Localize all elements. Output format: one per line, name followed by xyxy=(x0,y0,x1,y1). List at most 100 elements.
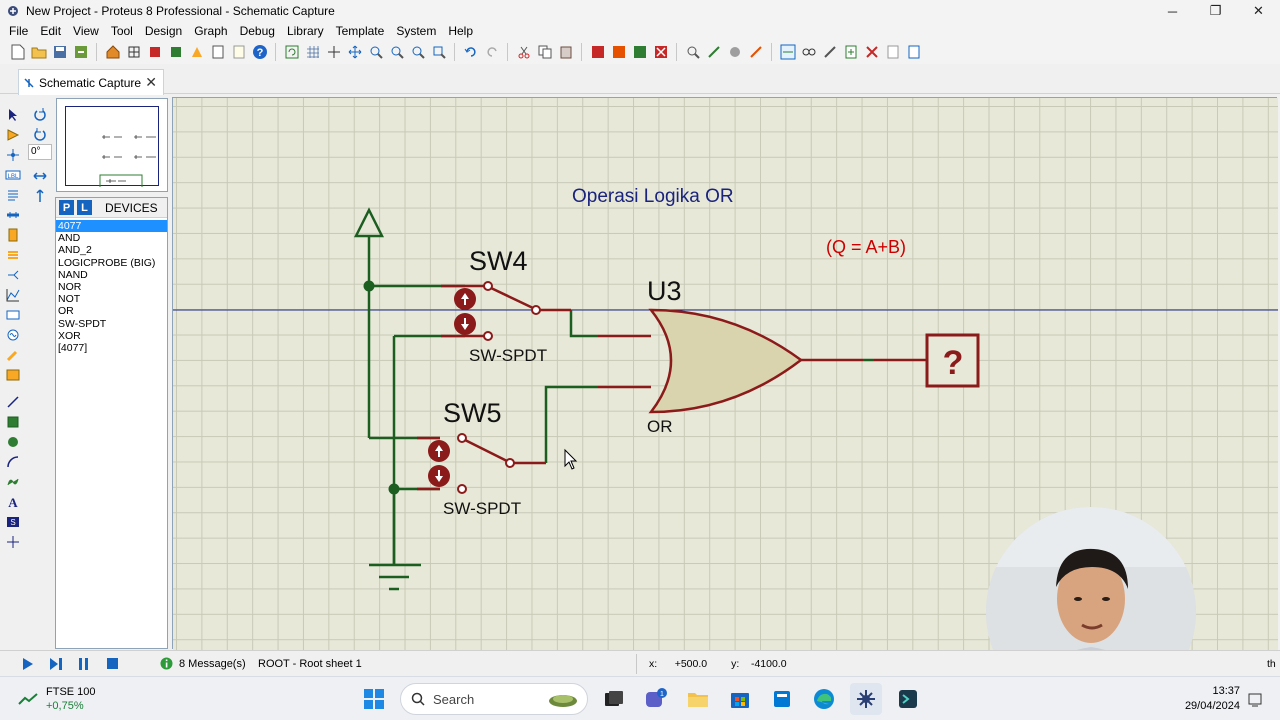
device-item-not[interactable]: NOT xyxy=(56,293,167,305)
rotate-ccw-icon[interactable] xyxy=(28,124,52,144)
edge-browser-icon[interactable] xyxy=(808,683,840,715)
stock-widget[interactable]: FTSE 100 +0,75% xyxy=(18,685,96,713)
zoom-area-icon[interactable] xyxy=(429,43,448,62)
ground-terminal[interactable] xyxy=(369,489,421,591)
save-icon[interactable] xyxy=(50,43,69,62)
grid-icon[interactable] xyxy=(303,43,322,62)
remove-sheet-icon[interactable] xyxy=(862,43,881,62)
device-item-and[interactable]: AND xyxy=(56,232,167,244)
file-explorer-icon[interactable] xyxy=(682,683,714,715)
menu-library[interactable]: Library xyxy=(281,24,330,38)
new-sheet-icon[interactable] xyxy=(841,43,860,62)
zoom-in-icon[interactable] xyxy=(366,43,385,62)
box-tool-icon[interactable] xyxy=(1,412,25,431)
power-terminal[interactable] xyxy=(353,207,385,286)
news-app-icon[interactable] xyxy=(766,683,798,715)
circle-tool-icon[interactable] xyxy=(1,432,25,451)
stop-icon[interactable] xyxy=(104,656,120,672)
taskbar-search[interactable]: Search xyxy=(400,683,588,715)
device-item-logicprobe-big[interactable]: LOGICPROBE (BIG) xyxy=(56,257,167,269)
menu-template[interactable]: Template xyxy=(330,24,391,38)
block-delete-icon[interactable] xyxy=(651,43,670,62)
generator-icon[interactable] xyxy=(1,325,25,344)
subcircuit-icon[interactable] xyxy=(1,225,25,244)
close-button[interactable]: ✕ xyxy=(1237,0,1280,22)
mirror-y-icon[interactable] xyxy=(28,186,52,206)
device-item-xor[interactable]: XOR xyxy=(56,330,167,342)
menu-tool[interactable]: Tool xyxy=(105,24,139,38)
exit-parent-icon[interactable] xyxy=(883,43,902,62)
device-item-nand[interactable]: NAND xyxy=(56,269,167,281)
menu-system[interactable]: System xyxy=(390,24,442,38)
windows-start-icon[interactable] xyxy=(358,683,390,715)
taskbar-clock[interactable]: 13:37 29/04/2024 xyxy=(1178,684,1240,714)
package-tool-icon[interactable] xyxy=(725,43,744,62)
minimize-button[interactable]: ─ xyxy=(1151,0,1194,22)
menu-edit[interactable]: Edit xyxy=(34,24,67,38)
rotate-cw-icon[interactable] xyxy=(28,104,52,124)
device-item-and-2[interactable]: AND_2 xyxy=(56,244,167,256)
terminals-icon[interactable] xyxy=(1,245,25,264)
decompose-icon[interactable] xyxy=(746,43,765,62)
line-tool-icon[interactable] xyxy=(1,392,25,411)
virtual-instrument-icon[interactable] xyxy=(1,365,25,384)
buses-icon[interactable] xyxy=(1,205,25,224)
selection-mode-icon[interactable] xyxy=(1,105,25,124)
task-view-icon[interactable] xyxy=(598,683,630,715)
message-indicator[interactable]: 8 Message(s) xyxy=(160,657,246,670)
origin-icon[interactable] xyxy=(324,43,343,62)
menu-design[interactable]: Design xyxy=(139,24,188,38)
microsoft-store-icon[interactable] xyxy=(724,683,756,715)
library-manager-button[interactable]: L xyxy=(77,200,92,215)
pan-icon[interactable] xyxy=(345,43,364,62)
3d-icon[interactable] xyxy=(166,43,185,62)
rotation-angle-field[interactable]: 0° xyxy=(28,144,52,160)
marker-tool-icon[interactable] xyxy=(1,532,25,551)
junction-dot-icon[interactable] xyxy=(1,145,25,164)
home-icon[interactable] xyxy=(103,43,122,62)
block-copy-icon[interactable] xyxy=(588,43,607,62)
or-gate-u3[interactable]: U3 OR xyxy=(647,276,804,436)
device-item-sw-spdt[interactable]: SW-SPDT xyxy=(56,318,167,330)
wire-autorouter-icon[interactable] xyxy=(778,43,797,62)
pcb-icon[interactable] xyxy=(145,43,164,62)
device-pins-icon[interactable] xyxy=(1,265,25,284)
menu-view[interactable]: View xyxy=(67,24,105,38)
menu-help[interactable]: Help xyxy=(442,24,479,38)
refresh-icon[interactable] xyxy=(282,43,301,62)
step-icon[interactable] xyxy=(48,656,64,672)
voltage-probe-icon[interactable] xyxy=(1,345,25,364)
notes-icon[interactable] xyxy=(229,43,248,62)
help-icon[interactable]: ? xyxy=(250,43,269,62)
device-item-or[interactable]: OR xyxy=(56,305,167,317)
zoom-all-icon[interactable] xyxy=(408,43,427,62)
tape-recorder-icon[interactable] xyxy=(1,305,25,324)
switch-sw4[interactable]: SW4 SW-SPDT xyxy=(454,246,547,365)
pick-device-icon[interactable] xyxy=(683,43,702,62)
wire-label-icon[interactable]: LBL xyxy=(1,165,25,184)
property-tool-icon[interactable] xyxy=(820,43,839,62)
cut-icon[interactable] xyxy=(514,43,533,62)
teams-icon[interactable]: 1 xyxy=(640,683,672,715)
device-item-4077-bracket[interactable]: [4077] xyxy=(56,342,167,354)
device-item-nor[interactable]: NOR xyxy=(56,281,167,293)
terminal-app-icon[interactable] xyxy=(892,683,924,715)
symbol-tool-icon[interactable]: S xyxy=(1,512,25,531)
new-file-icon[interactable] xyxy=(8,43,27,62)
switch-sw5[interactable]: SW5 SW-SPDT xyxy=(428,398,521,518)
import-icon[interactable] xyxy=(71,43,90,62)
path-tool-icon[interactable] xyxy=(1,472,25,491)
pick-devices-button[interactable]: P xyxy=(59,200,74,215)
proteus-taskbar-icon[interactable] xyxy=(850,683,882,715)
mirror-x-icon[interactable] xyxy=(28,166,52,186)
overview-window[interactable] xyxy=(56,98,168,192)
bom-icon[interactable] xyxy=(208,43,227,62)
redo-icon[interactable] xyxy=(482,43,501,62)
search-tag-icon[interactable] xyxy=(799,43,818,62)
tab-close-icon[interactable]: ✕ xyxy=(145,74,157,91)
zoom-out-icon[interactable] xyxy=(387,43,406,62)
design-explorer-icon[interactable] xyxy=(904,43,923,62)
arc-tool-icon[interactable] xyxy=(1,452,25,471)
logic-probe[interactable]: ? xyxy=(925,333,980,388)
menu-debug[interactable]: Debug xyxy=(234,24,281,38)
